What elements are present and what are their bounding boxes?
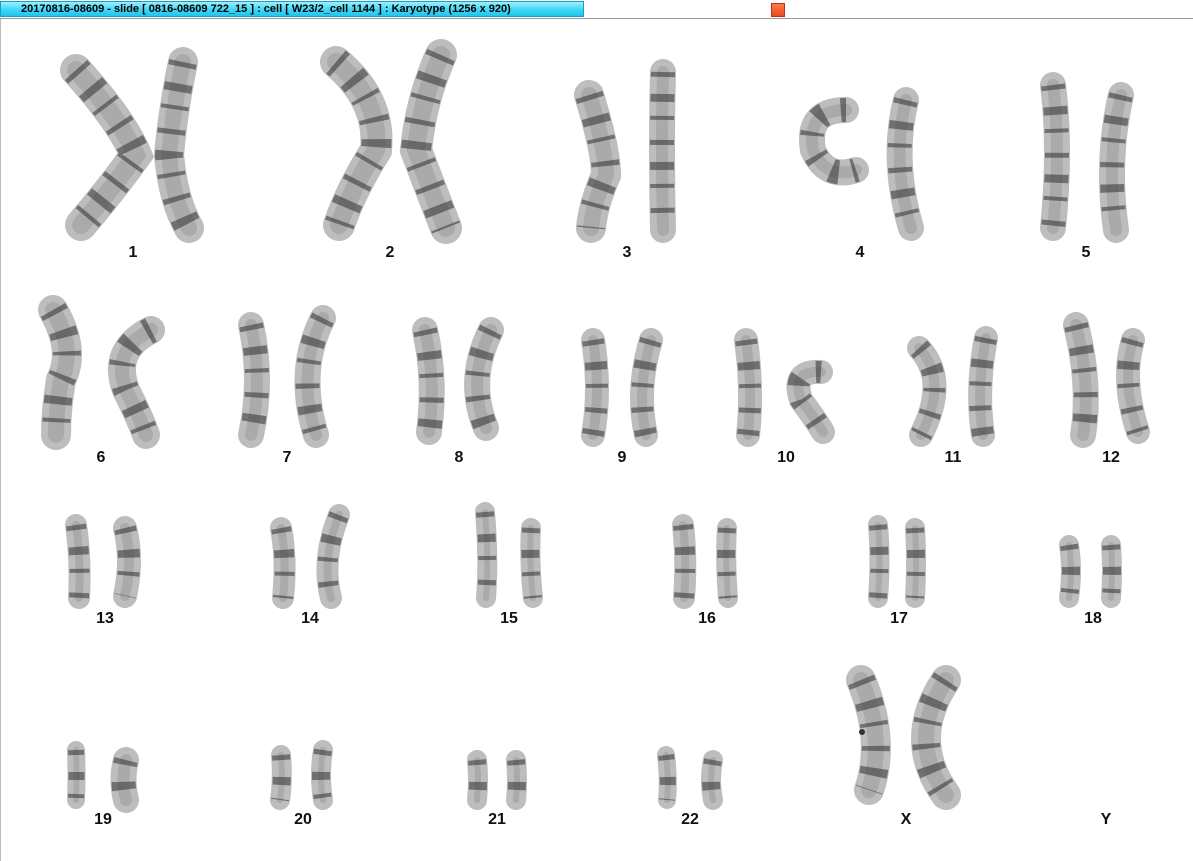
- chromosome-image: [467, 750, 488, 810]
- chromosome-label-y: Y: [1100, 811, 1112, 828]
- chromosome-label-21: 21: [488, 811, 506, 828]
- chromosome-label-3: 3: [622, 244, 632, 261]
- chromosome-image: [886, 87, 924, 241]
- chromosome-label-14: 14: [301, 610, 319, 627]
- chromosome-label-2: 2: [385, 244, 395, 261]
- chromosome-image: [475, 502, 498, 608]
- chromosome-image: [649, 59, 676, 243]
- chromosome-label-11: 11: [944, 449, 962, 466]
- close-icon[interactable]: [771, 3, 785, 17]
- chromosome-image: [1116, 328, 1150, 444]
- chromosome-label-20: 20: [294, 811, 312, 828]
- chromosome-image: [968, 326, 998, 447]
- chromosome-label-13: 13: [96, 610, 114, 627]
- chromosome-label-16: 16: [698, 610, 716, 627]
- chromosome-label-22: 22: [681, 811, 699, 828]
- chromosome-label-9: 9: [617, 449, 627, 466]
- chromosome-image: [868, 515, 890, 608]
- chromosome-label-8: 8: [454, 449, 464, 466]
- chromosome-image: [734, 328, 763, 447]
- chromosome-image: [412, 317, 445, 445]
- chromosome-label-15: 15: [500, 610, 518, 627]
- chromosome-image: [113, 516, 141, 608]
- debris-dot: [859, 729, 865, 735]
- chromosome-image: [574, 80, 622, 243]
- chromosome-image: [316, 504, 350, 609]
- chromosome-image: [153, 47, 204, 243]
- chromosome-label-5: 5: [1081, 244, 1091, 261]
- chromosome-image: [294, 305, 336, 448]
- chromosome-label-7: 7: [282, 449, 292, 466]
- chromosome-image: [110, 747, 139, 813]
- chromosome-image: [1063, 312, 1099, 448]
- chromosome-label-19: 19: [94, 811, 112, 828]
- chromosome-image: [799, 97, 869, 186]
- chromosome-label-17: 17: [890, 610, 908, 627]
- chromosome-images: [38, 39, 1150, 813]
- chromosome-image: [1040, 72, 1070, 241]
- chromosome-label-1: 1: [128, 244, 138, 261]
- chromosome-image: [520, 518, 543, 608]
- window-titlebar: 20170816-08609 - slide [ 0816-08609 722_…: [0, 0, 1193, 19]
- chromosome-image: [506, 750, 527, 810]
- chromosome-image: [905, 518, 926, 608]
- chromosome-image: [108, 316, 165, 449]
- window-title[interactable]: 20170816-08609 - slide [ 0816-08609 722_…: [0, 1, 584, 17]
- chromosome-image: [716, 518, 738, 608]
- chromosome-image: [270, 517, 296, 609]
- chromosome-image: [907, 336, 947, 447]
- chromosome-image: [672, 514, 697, 609]
- chromosome-image: [581, 328, 609, 447]
- chromosome-label-10: 10: [777, 449, 795, 466]
- chromosome-image: [67, 741, 86, 809]
- chromosome-image: [60, 54, 155, 241]
- chromosome-image: [657, 746, 677, 809]
- chromosome-image: [786, 359, 835, 444]
- chromosome-image: [311, 740, 333, 810]
- chromosome-label-4: 4: [855, 244, 865, 261]
- chromosome-image: [1101, 535, 1122, 608]
- chromosome-image: [846, 665, 891, 805]
- chromosome-image: [630, 328, 663, 447]
- chromosome-image: [65, 514, 91, 609]
- chromosome-image: [399, 39, 462, 244]
- chromosome-image: [464, 317, 504, 441]
- chromosome-image: [238, 312, 270, 448]
- karyotype-canvas: 1 2 3 4 5 6 7 8 9 10 11 12 13 14 15 16 1…: [0, 19, 1193, 861]
- chromosome-label-6: 6: [96, 449, 106, 466]
- chromosome-label-12: 12: [1102, 449, 1120, 466]
- chromosome-image: [270, 745, 292, 810]
- chromosome-image: [38, 295, 82, 450]
- chromosome-image: [1099, 82, 1134, 243]
- chromosome-image: [701, 750, 723, 810]
- chromosome-image: [1059, 535, 1081, 608]
- chromosome-label-18: 18: [1084, 610, 1102, 627]
- chromosome-image: [911, 665, 961, 810]
- chromosome-label-x: X: [900, 811, 912, 828]
- chromosome-image: [320, 46, 393, 241]
